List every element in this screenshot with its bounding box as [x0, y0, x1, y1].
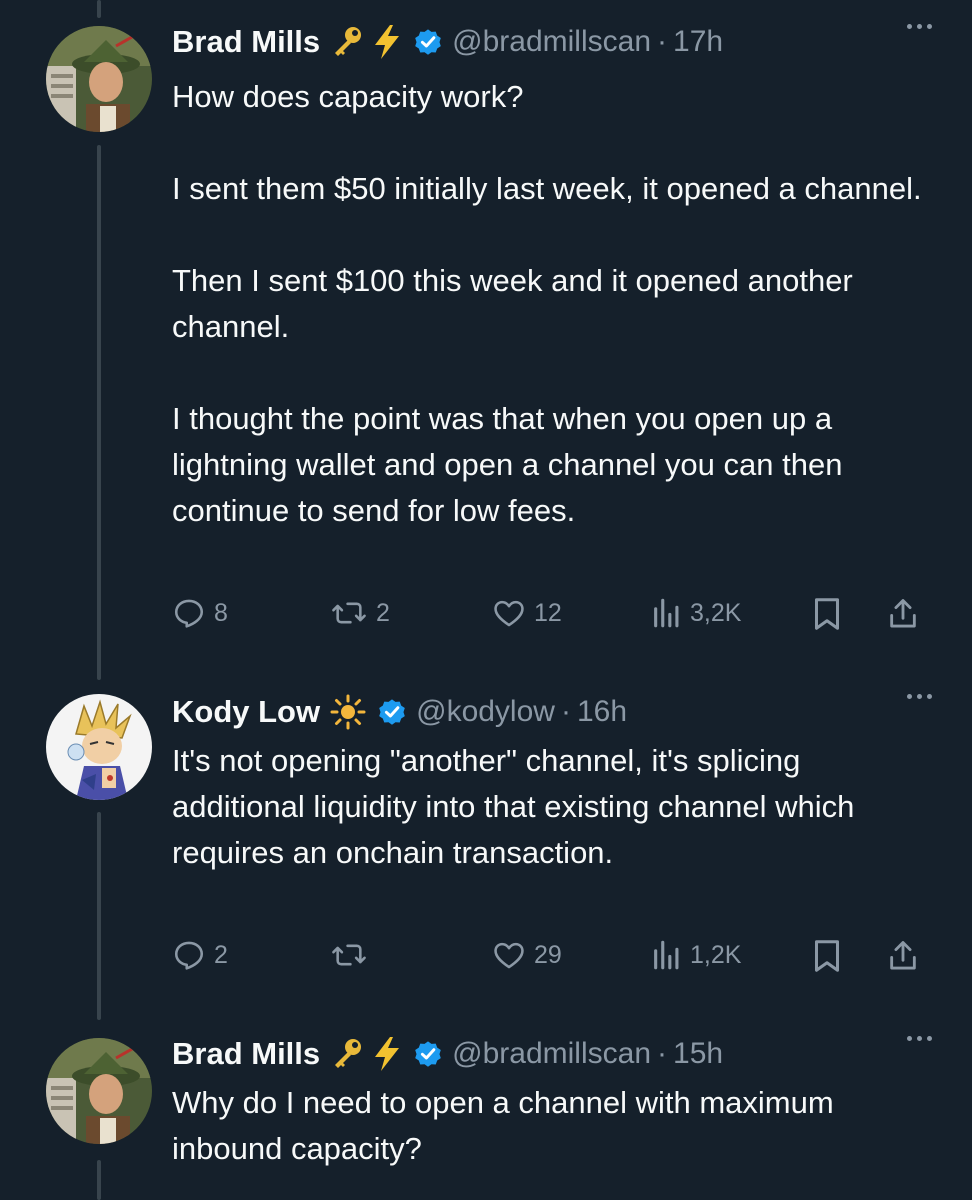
key-emoji-icon: [330, 1037, 364, 1071]
views-button[interactable]: 1,2K: [652, 938, 741, 972]
tweet-header: Kody Low @kodylow · 16h: [172, 690, 932, 734]
retweet-button[interactable]: 2: [330, 596, 390, 630]
like-button[interactable]: 12: [492, 596, 562, 630]
tweet-paragraph: It's not opening "another" channel, it's…: [172, 743, 855, 870]
avatar-image-brad: [46, 26, 152, 132]
tweet-2[interactable]: Kody Low @kodylow · 16h It's not opening…: [0, 680, 972, 1020]
tweet-1[interactable]: Brad Mills @bradmillscan · 17h How does …: [0, 0, 972, 680]
tweet-paragraph: I thought the point was that when you op…: [172, 401, 843, 528]
tweet-text: How does capacity work? I sent them $50 …: [172, 74, 932, 534]
bookmark-icon: [815, 940, 839, 972]
key-emoji-icon: [330, 25, 364, 59]
tweet-paragraph: I sent them $50 initially last week, it …: [172, 171, 922, 206]
reply-button[interactable]: 2: [172, 938, 228, 972]
user-handle[interactable]: @bradmillscan: [452, 1037, 651, 1071]
separator-dot: ·: [657, 25, 668, 58]
display-name[interactable]: Brad Mills: [172, 24, 320, 60]
user-handle[interactable]: @kodylow: [416, 695, 555, 729]
verified-badge-icon: [412, 1038, 444, 1070]
views-button[interactable]: 3,2K: [652, 596, 741, 630]
reply-button[interactable]: 8: [172, 596, 228, 630]
more-options-icon[interactable]: [907, 1036, 932, 1041]
tweet-header: Brad Mills @bradmillscan · 17h: [172, 20, 932, 64]
action-bar: 8 2 12 3,2K: [172, 596, 932, 640]
lightning-emoji-icon: [372, 1036, 402, 1072]
reply-icon: [174, 941, 204, 970]
action-bar: 2 29 1,2K: [172, 938, 932, 982]
tweet-3[interactable]: Brad Mills @bradmillscan · 15h Why do I …: [0, 1020, 972, 1200]
view-count: 3,2K: [690, 598, 742, 627]
heart-icon: [494, 600, 524, 627]
display-name[interactable]: Brad Mills: [172, 1036, 320, 1072]
user-handle[interactable]: @bradmillscan: [452, 25, 651, 59]
timestamp[interactable]: 16h: [577, 695, 627, 729]
bookmark-icon: [815, 598, 839, 630]
reply-count: 8: [214, 598, 228, 627]
like-count: 12: [534, 598, 562, 627]
share-button[interactable]: [886, 938, 920, 974]
tweet-header: Brad Mills @bradmillscan · 15h: [172, 1032, 932, 1076]
bookmark-button[interactable]: [812, 596, 842, 632]
reply-count: 2: [214, 940, 228, 969]
lightning-emoji-icon: [372, 24, 402, 60]
share-icon: [890, 941, 916, 970]
view-count: 1,2K: [690, 940, 742, 969]
tweet-paragraph: Then I sent $100 this week and it opened…: [172, 263, 853, 344]
analytics-icon: [654, 940, 679, 970]
avatar[interactable]: [46, 26, 152, 132]
separator-dot: ·: [560, 695, 571, 728]
more-options-icon[interactable]: [907, 24, 932, 29]
reply-icon: [174, 599, 204, 628]
thread-line: [97, 812, 101, 1020]
thread-line-top: [97, 0, 101, 18]
avatar-image-kody: [46, 694, 152, 800]
share-icon: [890, 599, 916, 628]
timestamp[interactable]: 17h: [673, 25, 723, 59]
bookmark-button[interactable]: [812, 938, 842, 974]
display-name[interactable]: Kody Low: [172, 694, 320, 730]
retweet-icon: [332, 944, 366, 966]
tweet-paragraph: How does capacity work?: [172, 79, 524, 114]
sun-emoji-icon: [330, 694, 366, 730]
share-button[interactable]: [886, 596, 920, 632]
retweet-count: 2: [376, 598, 390, 627]
tweet-text: Why do I need to open a channel with max…: [172, 1080, 932, 1172]
avatar[interactable]: [46, 1038, 152, 1144]
like-count: 29: [534, 940, 562, 969]
tweet-text: It's not opening "another" channel, it's…: [172, 738, 932, 876]
retweet-icon: [332, 602, 366, 624]
verified-badge-icon: [376, 696, 408, 728]
tweet-paragraph: Why do I need to open a channel with max…: [172, 1085, 834, 1166]
thread-line: [97, 145, 101, 680]
more-options-icon[interactable]: [907, 694, 932, 699]
thread-line: [97, 1160, 101, 1200]
analytics-icon: [654, 598, 679, 628]
avatar[interactable]: [46, 694, 152, 800]
separator-dot: ·: [657, 1037, 668, 1070]
retweet-button[interactable]: [330, 938, 376, 972]
verified-badge-icon: [412, 26, 444, 58]
avatar-image-brad: [46, 1038, 152, 1144]
heart-icon: [494, 942, 524, 969]
like-button[interactable]: 29: [492, 938, 562, 972]
timestamp[interactable]: 15h: [673, 1037, 723, 1071]
